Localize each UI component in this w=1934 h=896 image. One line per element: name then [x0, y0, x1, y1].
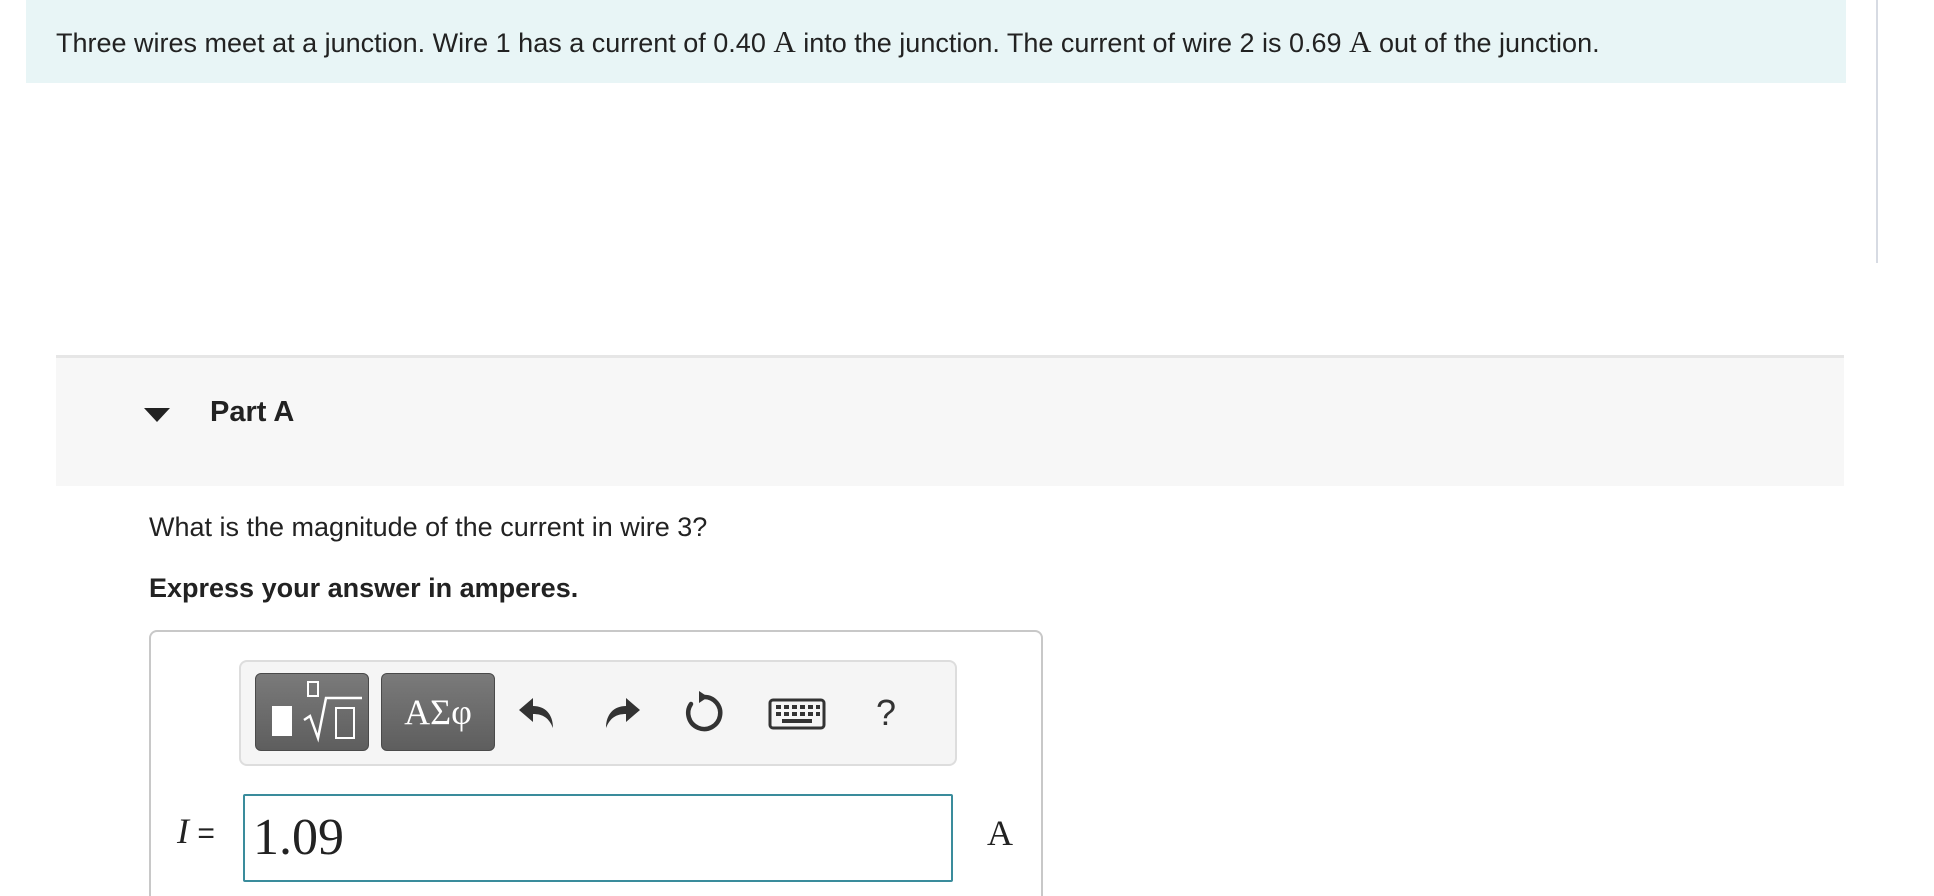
help-button[interactable]: ?	[861, 688, 911, 738]
problem-unit-1: A	[773, 24, 796, 59]
template-square-icon	[272, 706, 292, 736]
answer-unit: A	[987, 813, 1013, 853]
part-title: Part A	[210, 396, 295, 428]
problem-text-3: out of the junction.	[1371, 28, 1600, 58]
keyboard-icon[interactable]	[767, 688, 827, 738]
question-text: What is the magnitude of the current in …	[149, 512, 708, 542]
answer-box: ΑΣφ ? I = 1.09 A	[149, 630, 1043, 896]
variable-symbol: I	[177, 811, 189, 851]
answer-input[interactable]: 1.09	[243, 794, 953, 882]
page: Three wires meet at a junction. Wire 1 h…	[0, 0, 1934, 896]
symbols-button[interactable]: ΑΣφ	[381, 673, 495, 751]
reset-icon[interactable]	[679, 688, 729, 738]
problem-unit-2: A	[1349, 24, 1372, 59]
problem-text-2: into the junction. The current of wire 2…	[795, 28, 1350, 58]
part-header[interactable]: Part A	[56, 355, 1844, 486]
caret-down-icon[interactable]	[144, 408, 170, 422]
undo-icon[interactable]	[513, 688, 563, 738]
answer-instruction: Express your answer in amperes.	[149, 573, 579, 603]
problem-text-1: Three wires meet at a junction. Wire 1 h…	[56, 28, 774, 58]
variable-label: I =	[177, 810, 215, 852]
radical-template-icon	[303, 681, 362, 743]
equals-sign: =	[189, 817, 215, 850]
templates-button[interactable]	[255, 673, 369, 751]
problem-statement: Three wires meet at a junction. Wire 1 h…	[26, 0, 1846, 83]
math-toolbar: ΑΣφ ?	[239, 660, 957, 766]
redo-icon[interactable]	[596, 688, 646, 738]
scroll-divider	[1876, 0, 1878, 263]
